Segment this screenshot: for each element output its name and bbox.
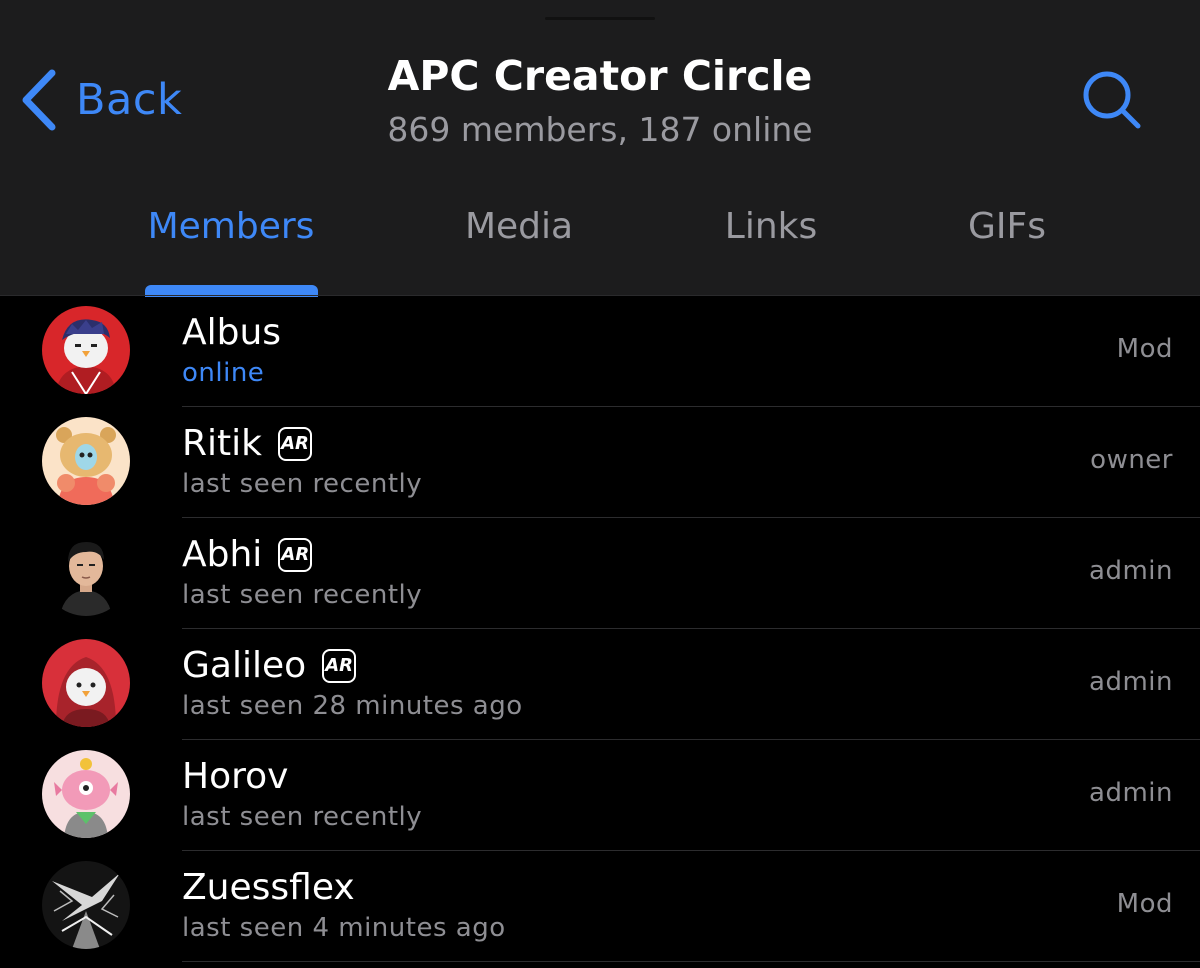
member-row[interactable]: Horov last seen recently admin	[0, 740, 1200, 851]
search-icon	[1083, 71, 1141, 129]
member-status: last seen recently	[182, 469, 423, 499]
member-count: 869 members, 187 online	[387, 110, 813, 149]
member-name: Zuessflex	[182, 867, 355, 908]
chat-info-header: Back APC Creator Circle 869 members, 187…	[0, 0, 1200, 297]
member-status: last seen recently	[182, 802, 423, 832]
member-status: last seen 28 minutes ago	[182, 691, 523, 721]
ar-badge-icon: AR	[278, 537, 313, 572]
member-row[interactable]: Ritik AR last seen recently owner	[0, 407, 1200, 518]
member-row[interactable]: Zuessflex last seen 4 minutes ago Mod	[0, 851, 1200, 962]
member-name: Horov	[182, 756, 289, 797]
tab-links[interactable]: Links	[725, 206, 817, 247]
member-role: Mod	[1116, 334, 1173, 364]
ar-badge-icon: AR	[277, 426, 312, 461]
group-title: APC Creator Circle	[387, 52, 813, 100]
avatar	[42, 417, 130, 505]
sheet-grabber[interactable]	[545, 17, 655, 20]
member-role: admin	[1089, 778, 1173, 808]
divider	[182, 961, 1200, 962]
member-role: admin	[1089, 667, 1173, 697]
member-name: Ritik	[182, 423, 262, 464]
member-row[interactable]: Albus online Mod	[0, 296, 1200, 407]
search-button[interactable]	[1080, 68, 1144, 132]
member-status: online	[182, 358, 265, 388]
member-status: last seen 4 minutes ago	[182, 913, 506, 943]
member-name: Abhi	[182, 534, 263, 575]
avatar	[42, 750, 130, 838]
tab-members[interactable]: Members	[148, 206, 315, 247]
member-role: admin	[1089, 556, 1173, 586]
member-role: owner	[1090, 445, 1173, 475]
avatar	[42, 528, 130, 616]
member-row[interactable]: Abhi AR last seen recently admin	[0, 518, 1200, 629]
avatar	[42, 306, 130, 394]
ar-badge-icon: AR	[322, 648, 357, 683]
member-status: last seen recently	[182, 580, 423, 610]
avatar	[42, 861, 130, 949]
tab-media[interactable]: Media	[465, 206, 573, 247]
member-name: Albus	[182, 312, 282, 353]
avatar	[42, 639, 130, 727]
member-name: Galileo	[182, 645, 307, 686]
member-role: Mod	[1116, 889, 1173, 919]
member-row[interactable]: Galileo AR last seen 28 minutes ago admi…	[0, 629, 1200, 740]
tab-gifs[interactable]: GIFs	[968, 206, 1046, 247]
